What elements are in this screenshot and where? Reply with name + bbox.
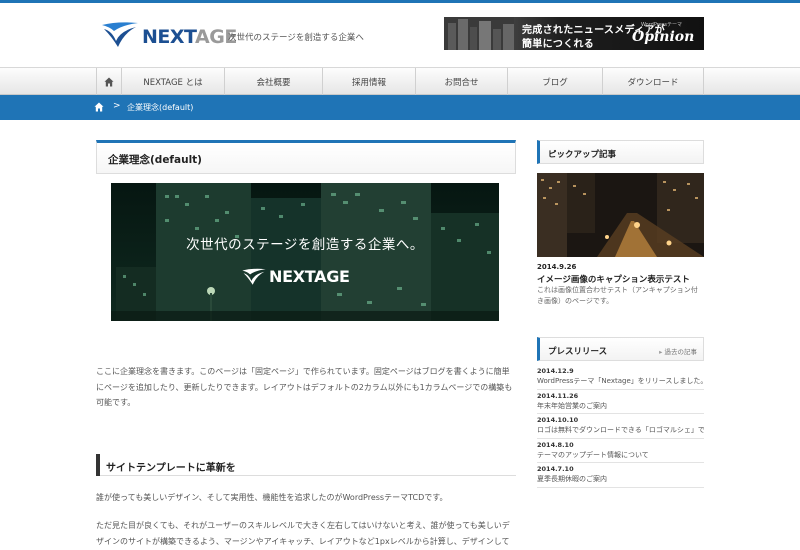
- intro-paragraph: ここに企業理念を書きます。このページは「固定ページ」で作られています。固定ページ…: [96, 367, 513, 407]
- list-item[interactable]: 2014.12.9 WordPressテーマ「Nextage」をリリースしました…: [537, 365, 704, 390]
- pickup-widget-title: ピックアップ記事: [548, 150, 617, 160]
- banner-headline-2: 簡単につくれる: [522, 39, 595, 50]
- list-item[interactable]: 2014.7.10 夏季長期休暇のご案内: [537, 463, 704, 488]
- list-item[interactable]: 2014.11.26 年末年始営業のご案内: [537, 390, 704, 414]
- press-item-title: WordPressテーマ「Nextage」をリリースしました。: [537, 377, 704, 385]
- hero-image: 次世代のステージを創造する企業へ。 NEXTAGE: [111, 183, 499, 321]
- logo-wordmark: NEXTAGE: [142, 26, 237, 48]
- home-icon: [104, 77, 114, 86]
- press-item-title: ロゴは無料でダウンロードできる「ロゴマルシェ」で: [537, 426, 704, 434]
- nav-item-blog[interactable]: ブログ: [508, 68, 603, 95]
- press-archive-label: 過去の記事: [664, 348, 698, 356]
- press-item-date: 2014.7.10: [537, 465, 574, 473]
- press-item-title: 夏季長期休暇のご案内: [537, 475, 607, 483]
- list-item[interactable]: 2014.8.10 テーマのアップデート情報について: [537, 439, 704, 463]
- site-tagline: 次世代のステージを創造する企業へ: [228, 33, 364, 43]
- section-heading-text: サイトテンプレートに革新を: [106, 463, 236, 474]
- hero-logo-swoosh-icon: [242, 268, 266, 285]
- banner-city-image: [444, 17, 514, 50]
- pickup-post-excerpt: これは画像位置合わせテスト（アンキャプション付き画像）のページです。: [537, 286, 698, 305]
- site-logo[interactable]: NEXTAGE: [100, 17, 237, 53]
- logo-swoosh-icon: [102, 22, 138, 47]
- logo-wordmark-primary: NEXT: [142, 26, 196, 48]
- pickup-post-title[interactable]: イメージ画像のキャプション表示テスト: [537, 273, 690, 285]
- page-title: 企業理念(default): [108, 154, 202, 166]
- press-archive-link[interactable]: ▸ 過去の記事: [659, 346, 697, 356]
- nav-item-download[interactable]: ダウンロード: [603, 68, 704, 95]
- section-heading-bar: [96, 454, 100, 476]
- nav-home[interactable]: [97, 68, 122, 95]
- pickup-thumbnail-image: [537, 173, 704, 257]
- list-item[interactable]: 2014.10.10 ロゴは無料でダウンロードできる「ロゴマルシェ」で: [537, 414, 704, 439]
- global-nav: NEXTAGE とは 会社概要 採用情報 お問合せ ブログ ダウンロード: [0, 67, 800, 95]
- press-item-title: 年末年始営業のご案内: [537, 401, 607, 410]
- nav-item-contact[interactable]: お問合せ: [416, 68, 508, 95]
- site-header: NEXTAGE 次世代のステージを創造する企業へ 完成されたニュースメディアが …: [0, 3, 800, 67]
- press-widget-header: プレスリリース ▸ 過去の記事: [537, 337, 704, 361]
- body-paragraph-1: 誰が使っても美しいデザイン、そして実用性、機能性を追求したのがWordPress…: [96, 493, 448, 502]
- press-widget-title: プレスリリース: [548, 347, 608, 357]
- press-list: 2014.12.9 WordPressテーマ「Nextage」をリリースしました…: [537, 365, 704, 488]
- pickup-thumbnail[interactable]: [537, 173, 704, 257]
- global-nav-inner: NEXTAGE とは 会社概要 採用情報 お問合せ ブログ ダウンロード: [96, 68, 705, 95]
- banner-wp-label: WordPressテーマ: [641, 22, 683, 28]
- pickup-post-date: 2014.9.26: [537, 263, 577, 271]
- hero-catchphrase: 次世代のステージを創造する企業へ。: [186, 237, 424, 253]
- hero-logo-wordmark: NEXTAGE: [269, 267, 350, 286]
- nav-item-about[interactable]: NEXTAGE とは: [122, 68, 225, 95]
- breadcrumb-separator: >: [113, 101, 121, 111]
- press-item-date: 2014.10.10: [537, 416, 579, 424]
- banner-product-name: Opinion: [632, 29, 695, 45]
- breadcrumb-current: 企業理念(default): [127, 103, 194, 112]
- opinion-ad-banner[interactable]: 完成されたニュースメディアが 簡単につくれる WordPressテーマ Opin…: [444, 17, 704, 50]
- press-item-title: テーマのアップデート情報について: [537, 450, 649, 459]
- press-item-date: 2014.8.10: [537, 440, 574, 449]
- pickup-widget-header: ピックアップ記事: [537, 140, 704, 164]
- breadcrumb: > 企業理念(default): [0, 95, 800, 120]
- section-heading: サイトテンプレートに革新を: [96, 454, 516, 476]
- breadcrumb-home-icon[interactable]: [94, 102, 104, 112]
- page-title-box: 企業理念(default): [96, 140, 516, 174]
- body-paragraph-2: ただ見た目が良くても、それがユーザーのスキルレベルで大きく左右してはいけないと考…: [96, 521, 510, 546]
- press-item-date: 2014.11.26: [537, 391, 579, 400]
- press-item-date: 2014.12.9: [537, 367, 574, 375]
- hero-logo: NEXTAGE: [241, 265, 371, 289]
- nav-item-recruit[interactable]: 採用情報: [323, 68, 416, 95]
- nav-item-company[interactable]: 会社概要: [225, 68, 323, 95]
